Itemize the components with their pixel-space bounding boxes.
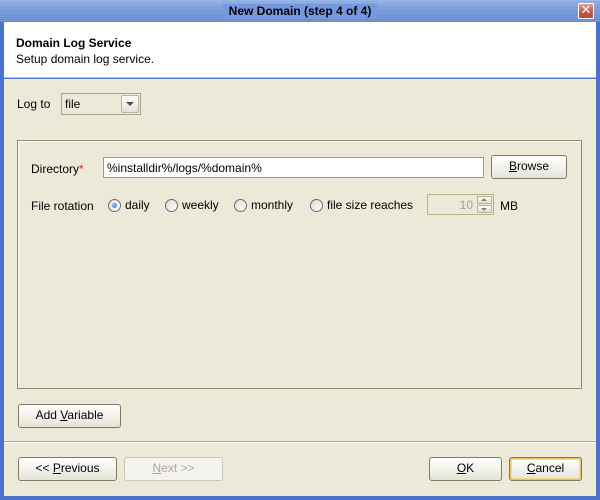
directory-input[interactable]	[103, 157, 484, 178]
spin-up-icon[interactable]	[477, 196, 492, 204]
window-title: New Domain (step 4 of 4)	[222, 4, 378, 18]
header-panel: Domain Log Service Setup domain log serv…	[4, 22, 596, 78]
radio-monthly[interactable]: monthly	[234, 198, 293, 212]
separator	[4, 441, 596, 443]
directory-label: Directory*	[31, 162, 84, 176]
log-to-select[interactable]: file	[61, 93, 141, 115]
size-unit-label: MB	[500, 199, 518, 213]
file-rotation-label: File rotation	[31, 199, 94, 213]
next-button[interactable]: Next >>	[124, 457, 223, 481]
radio-file-size[interactable]: file size reaches	[310, 198, 413, 212]
chevron-down-icon[interactable]	[121, 95, 139, 113]
body-panel: Log to file Directory* Browse File rotat…	[4, 79, 596, 496]
title-bar[interactable]: New Domain (step 4 of 4) ✕	[0, 0, 600, 22]
previous-button[interactable]: << Previous	[18, 457, 117, 481]
spin-down-icon[interactable]	[477, 205, 492, 213]
file-size-spinner[interactable]: 10	[427, 194, 494, 215]
browse-button[interactable]: Browse	[491, 155, 567, 179]
page-subtitle: Setup domain log service.	[16, 52, 155, 66]
close-button[interactable]: ✕	[578, 3, 594, 19]
cancel-button[interactable]: Cancel	[509, 457, 582, 481]
radio-unchecked-icon	[234, 198, 247, 212]
add-variable-button[interactable]: Add Variable	[18, 404, 121, 428]
required-marker: *	[79, 162, 84, 176]
ok-button[interactable]: OK	[429, 457, 502, 481]
page-title: Domain Log Service	[16, 36, 132, 50]
log-settings-group: Directory* Browse File rotation daily we…	[17, 140, 582, 389]
radio-checked-icon	[108, 198, 121, 212]
file-size-value: 10	[459, 198, 473, 212]
radio-daily[interactable]: daily	[108, 198, 150, 212]
log-to-label: Log to	[17, 97, 51, 111]
new-domain-dialog: New Domain (step 4 of 4) ✕ Domain Log Se…	[0, 0, 600, 500]
log-to-value: file	[65, 97, 81, 111]
radio-unchecked-icon	[310, 198, 323, 212]
radio-weekly[interactable]: weekly	[165, 198, 219, 212]
radio-unchecked-icon	[165, 198, 178, 212]
close-icon: ✕	[580, 3, 592, 18]
